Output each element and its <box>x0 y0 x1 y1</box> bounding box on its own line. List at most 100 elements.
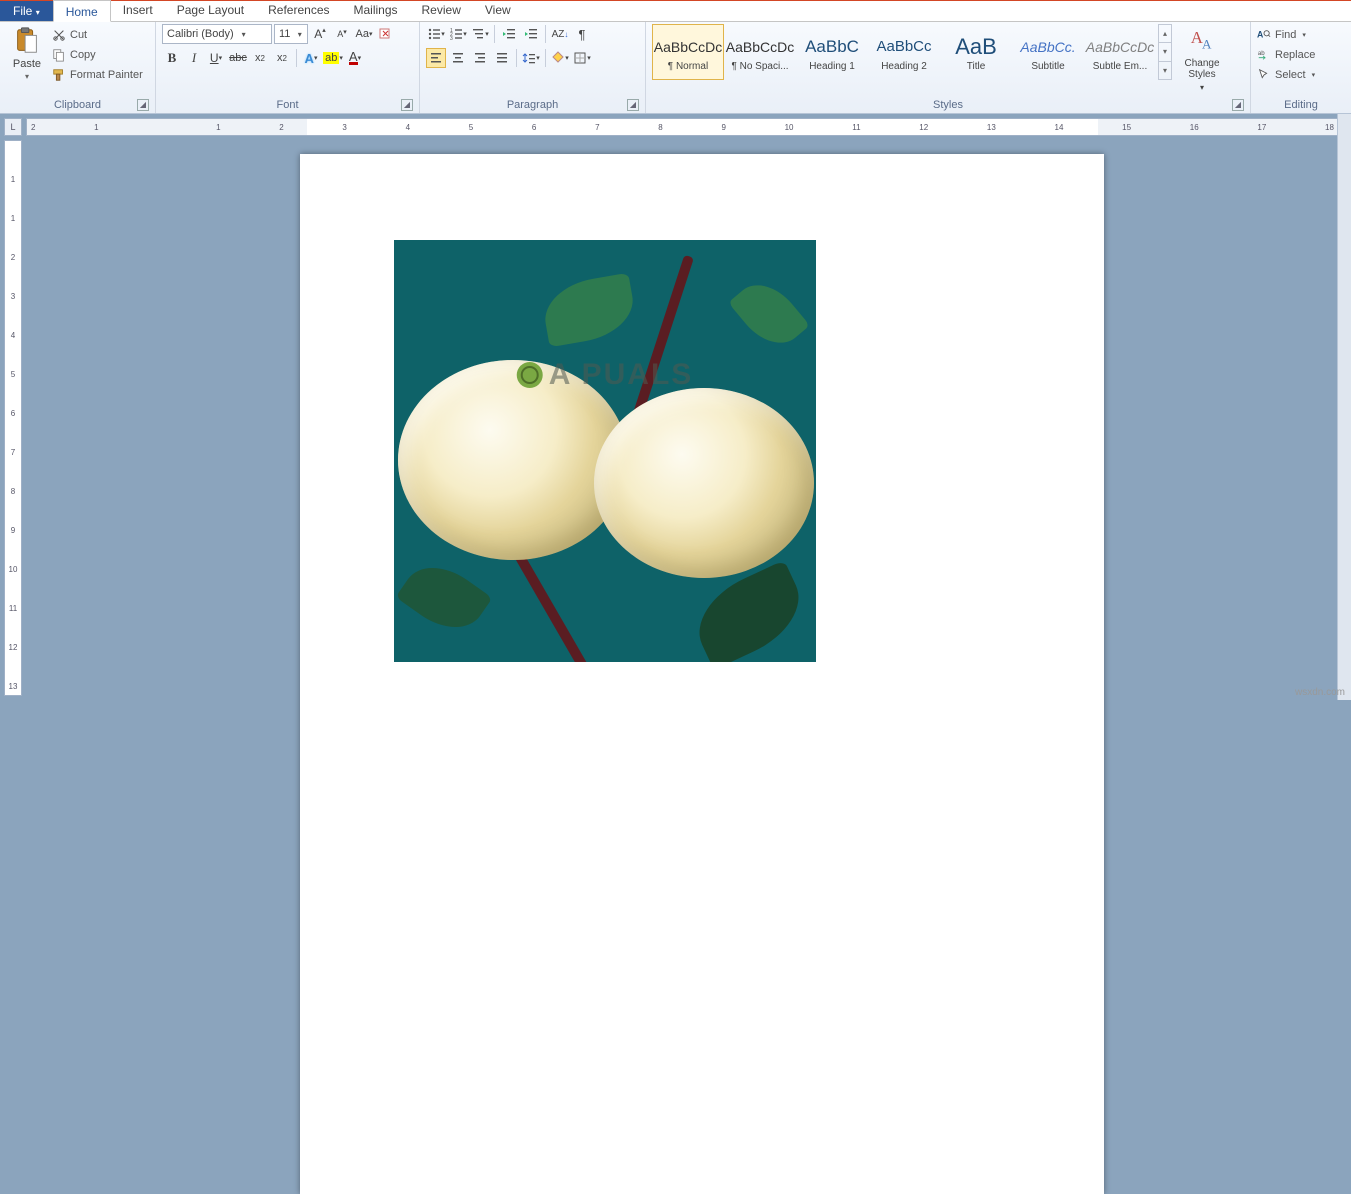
group-label-font: Font <box>276 99 298 111</box>
svg-text:A: A <box>1257 30 1264 40</box>
change-styles-icon: AA <box>1187 26 1217 56</box>
copy-button[interactable]: Copy <box>52 46 143 64</box>
multilevel-icon <box>471 27 485 41</box>
group-editing: A Find▾ ab Replace Select▾ Editing <box>1251 22 1351 113</box>
tab-references[interactable]: References <box>256 0 341 21</box>
align-right-icon <box>473 51 487 65</box>
highlight-button[interactable]: ab▾ <box>323 48 343 68</box>
decrease-indent-button[interactable] <box>499 24 519 44</box>
align-center-icon <box>451 51 465 65</box>
style-title[interactable]: AaBTitle <box>940 24 1012 80</box>
svg-text:ab: ab <box>1258 50 1265 57</box>
font-size-combo[interactable]: 11▾ <box>274 24 308 44</box>
outdent-icon <box>502 27 516 41</box>
style-subtitle[interactable]: AaBbCc.Subtitle <box>1012 24 1084 80</box>
align-left-icon <box>429 51 443 65</box>
grow-font-button[interactable]: A▴ <box>310 24 330 44</box>
find-icon: A <box>1257 28 1271 42</box>
tab-insert[interactable]: Insert <box>111 0 165 21</box>
italic-button[interactable]: I <box>184 48 204 68</box>
bullets-button[interactable]: ▾ <box>426 24 446 44</box>
cut-icon <box>52 28 66 42</box>
style-subtle-emphasis[interactable]: AaBbCcDcSubtle Em... <box>1084 24 1156 80</box>
select-icon <box>1257 68 1271 82</box>
watermark-logo-icon <box>517 362 543 388</box>
format-painter-icon <box>52 68 66 82</box>
paste-icon <box>12 26 42 56</box>
tab-review[interactable]: Review <box>410 0 473 21</box>
document-page: A PUALS <box>300 154 1104 1194</box>
replace-icon: ab <box>1257 48 1271 62</box>
group-font: Calibri (Body)▾ 11▾ A▴ A▾ Aa▾ B I U▾ abc… <box>156 22 420 113</box>
align-left-button[interactable] <box>426 48 446 68</box>
group-clipboard: Paste ▾ Cut Copy Format Painter Clipboar… <box>0 22 156 113</box>
style-no-spacing[interactable]: AaBbCcDc¶ No Spaci... <box>724 24 796 80</box>
subscript-button[interactable]: x2 <box>250 48 270 68</box>
svg-text:A: A <box>1202 37 1212 52</box>
inserted-image[interactable]: A PUALS <box>394 240 816 662</box>
find-button[interactable]: A Find▾ <box>1257 26 1315 44</box>
paragraph-dialog-launcher[interactable]: ◢ <box>627 99 639 111</box>
align-center-button[interactable] <box>448 48 468 68</box>
shading-button[interactable]: ▾ <box>550 48 570 68</box>
text-effects-button[interactable]: A▾ <box>301 48 321 68</box>
watermark: A PUALS <box>517 358 694 392</box>
borders-button[interactable]: ▾ <box>572 48 592 68</box>
tab-home[interactable]: Home <box>53 0 111 22</box>
increase-indent-button[interactable] <box>521 24 541 44</box>
numbering-button[interactable]: 123▾ <box>448 24 468 44</box>
horizontal-ruler[interactable]: 21123456789101112131415161718 <box>26 118 1339 136</box>
select-button[interactable]: Select▾ <box>1257 66 1315 84</box>
cut-button[interactable]: Cut <box>52 26 143 44</box>
shading-icon <box>551 51 565 65</box>
source-site: wsxdn.com <box>1295 687 1345 698</box>
justify-icon <box>495 51 509 65</box>
styles-gallery: AaBbCcDc¶ Normal AaBbCcDc¶ No Spaci... A… <box>652 24 1172 80</box>
style-heading2[interactable]: AaBbCcHeading 2 <box>868 24 940 80</box>
tab-selector[interactable]: L <box>4 118 22 136</box>
bold-button[interactable]: B <box>162 48 182 68</box>
font-name-combo[interactable]: Calibri (Body)▾ <box>162 24 272 44</box>
numbering-icon: 123 <box>449 27 463 41</box>
group-paragraph: ▾ 123▾ ▾ AZ↓ ¶ ▾ ▾ ▾ Par <box>420 22 646 113</box>
group-label-editing: Editing <box>1284 99 1318 111</box>
replace-button[interactable]: ab Replace <box>1257 46 1315 64</box>
styles-scroll[interactable]: ▴▾▾ <box>1158 24 1172 80</box>
vertical-ruler[interactable]: 112345678910111213 <box>4 140 22 696</box>
change-styles-button[interactable]: AA Change Styles▾ <box>1178 24 1226 93</box>
styles-dialog-launcher[interactable]: ◢ <box>1232 99 1244 111</box>
align-right-button[interactable] <box>470 48 490 68</box>
clear-formatting-button[interactable] <box>376 24 396 44</box>
shrink-font-button[interactable]: A▾ <box>332 24 352 44</box>
justify-button[interactable] <box>492 48 512 68</box>
tab-view[interactable]: View <box>473 0 523 21</box>
tab-mailings[interactable]: Mailings <box>342 0 410 21</box>
change-case-button[interactable]: Aa▾ <box>354 24 374 44</box>
clipboard-dialog-launcher[interactable]: ◢ <box>137 99 149 111</box>
ribbon: Paste ▾ Cut Copy Format Painter Clipboar… <box>0 22 1351 114</box>
font-color-button[interactable]: A▾ <box>345 48 365 68</box>
paste-button[interactable]: Paste ▾ <box>6 24 48 81</box>
group-label-styles: Styles <box>933 99 963 111</box>
style-normal[interactable]: AaBbCcDc¶ Normal <box>652 24 724 80</box>
group-styles: AaBbCcDc¶ Normal AaBbCcDc¶ No Spaci... A… <box>646 22 1251 113</box>
clear-format-icon <box>378 26 394 42</box>
superscript-button[interactable]: x2 <box>272 48 292 68</box>
strike-button[interactable]: abc <box>228 48 248 68</box>
group-label-clipboard: Clipboard <box>54 99 101 111</box>
workspace: L 21123456789101112131415161718 11234567… <box>0 114 1351 700</box>
multilevel-button[interactable]: ▾ <box>470 24 490 44</box>
svg-text:3: 3 <box>450 36 453 41</box>
bullets-icon <box>427 27 441 41</box>
tab-page-layout[interactable]: Page Layout <box>165 0 256 21</box>
vertical-scrollbar[interactable] <box>1337 114 1351 700</box>
style-heading1[interactable]: AaBbCHeading 1 <box>796 24 868 80</box>
font-dialog-launcher[interactable]: ◢ <box>401 99 413 111</box>
line-spacing-button[interactable]: ▾ <box>521 48 541 68</box>
group-label-paragraph: Paragraph <box>507 99 558 111</box>
sort-button[interactable]: AZ↓ <box>550 24 570 44</box>
show-marks-button[interactable]: ¶ <box>572 24 592 44</box>
underline-button[interactable]: U▾ <box>206 48 226 68</box>
format-painter-button[interactable]: Format Painter <box>52 66 143 84</box>
tab-file[interactable]: File ▾ <box>0 0 53 21</box>
